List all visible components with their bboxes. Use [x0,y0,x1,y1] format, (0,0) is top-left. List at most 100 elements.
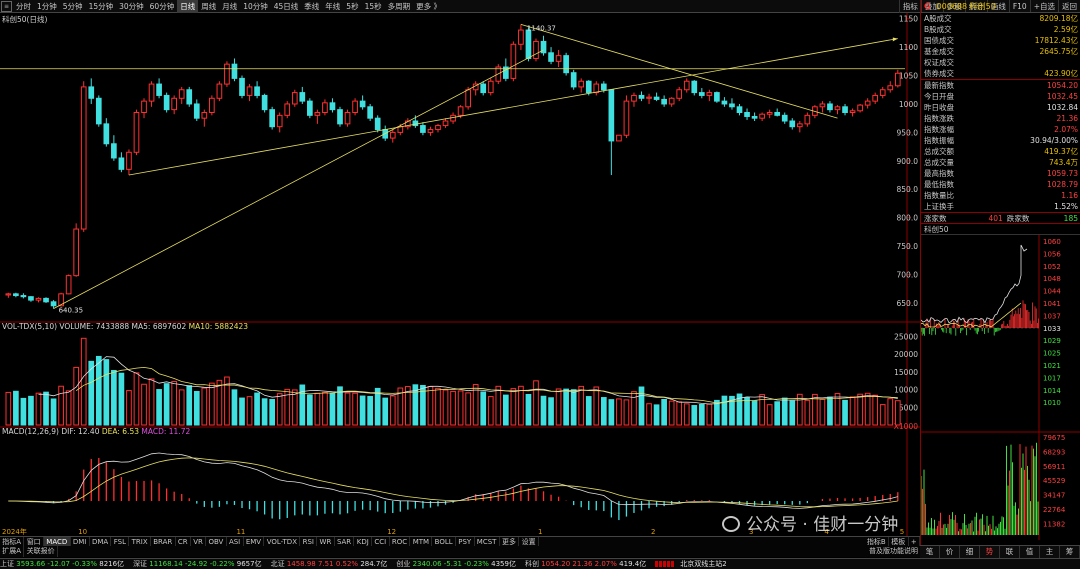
indicator-tab[interactable]: ASI [227,536,244,547]
candle-body [879,89,886,96]
side-tab[interactable]: 势 [980,546,1000,558]
mini-axis-label: 1041 [1043,300,1061,308]
candle-body [216,83,223,99]
index-ticker[interactable]: 科创 1054.20 21.36 2.07% 419.4亿 [525,559,646,569]
side-tab[interactable]: 筹 [1060,546,1080,558]
ticker-change: 7.51 [318,560,334,568]
period-tab[interactable]: 月线 [219,0,240,13]
indicator-tab[interactable]: BOLL [432,536,456,547]
menu-icon[interactable]: ≡ [1,0,12,12]
indicator-tab[interactable]: PSY [456,536,475,547]
intraday-mini-chart[interactable]: 1060 1056 1052 1048 1044 1041 1037 1033 1029 1025… [920,235,1080,540]
indicator-tab[interactable]: WR [317,536,335,547]
indicator-tab[interactable]: MACD [43,536,71,547]
period-tab[interactable]: 日线 [177,0,199,13]
expand-tab[interactable]: 关联报价 [24,546,58,557]
volume-ma10: MA10: 5882423 [188,322,249,331]
period-tab[interactable]: 更多 》 [413,0,444,13]
stat-label: 昨日收盘 [924,103,954,112]
period-tab[interactable]: 周线 [198,0,219,13]
index-stat-row: 总成交额 419.37亿 [921,146,1080,157]
high-price-label: 1140.37 [527,24,556,32]
period-tab[interactable]: 季线 [301,0,322,13]
period-tab[interactable]: 15分钟 [86,0,117,13]
indicator-tab[interactable]: TRIX [129,536,151,547]
volume-axis-label: 20000 [894,350,918,359]
candle-body [126,151,132,170]
candle-body [337,109,343,125]
stat-value: 743.4万 [1049,158,1078,167]
period-tab[interactable]: 分时 [13,0,34,13]
chart-area[interactable]: 1150 1100 1050 1000 950.0 900.0 850.0 800.0 750.… [0,13,920,536]
indicator-tab[interactable]: KDJ [354,536,373,547]
index-ticker[interactable]: 深证 11168.14 -24.92 -0.22% 9657亿 [133,559,262,569]
indicator-tab[interactable]: SAR [335,536,355,547]
side-tab[interactable]: 价 [940,546,960,558]
volume-bar [578,385,585,426]
indicator-tab[interactable]: MTM [410,536,433,547]
indicator-tab[interactable]: EMV [244,536,265,547]
side-tab[interactable]: 笔 [920,546,940,558]
candle-body [872,94,879,102]
index-ticker[interactable]: 创业 2340.06 -5.31 -0.23% 4359亿 [396,559,516,569]
period-tab[interactable]: 1分钟 [34,0,60,13]
indicator-tab[interactable]: DMA [90,536,112,547]
ticker-name: 北证 [270,560,285,568]
indicator-tab[interactable]: OBV [206,536,227,547]
candle-body [246,86,253,96]
macd-dea-line [8,457,898,508]
period-toolbar: ≡ 分时 1分钟 5分钟 15分钟 30分钟 60分钟 日线 周线 月线 10分钟 45日线 季线 年线… [0,0,1080,13]
mini-vol-axis-label: 11382 [1043,520,1065,528]
candle-body [269,109,275,128]
watermark-text: 公众号 · 佳财一分钟 [746,515,899,535]
price-axis-label: 950.0 [897,128,919,137]
indicator-tab[interactable]: CCI [372,536,390,547]
server-name[interactable]: 北京双线主站2 [680,559,726,569]
ticker-pct: -0.33% [72,560,97,568]
period-tab[interactable]: 60分钟 [147,0,178,13]
candle-body [676,89,683,99]
index-ticker[interactable]: 上证 3593.66 -12.07 -0.33% 8216亿 [0,559,124,569]
index-ticker[interactable]: 北证 1458.98 7.51 0.52% 284.7亿 [271,559,388,569]
indicator-tab[interactable]: VR [191,536,207,547]
indicator-tab[interactable]: MCST [475,536,500,547]
indicator-tab[interactable]: CR [176,536,191,547]
candle-body [50,301,57,307]
volume-bar [495,385,502,426]
indicator-tab[interactable]: ROC [390,536,411,547]
period-tab[interactable]: 年线 [322,0,343,13]
side-tab[interactable]: 细 [960,546,980,558]
indicator-tab[interactable]: DMI [71,536,90,547]
indicator-tab[interactable]: 窗口 [24,536,44,547]
side-tab[interactable]: 联 [1000,546,1020,558]
volume-bar [887,398,894,426]
stock-code-name[interactable]: 000688 科创50 [937,1,996,12]
toolbar-button[interactable]: 指标 [898,0,921,13]
indicator-tab[interactable]: 设置 [519,536,539,547]
period-tab[interactable]: 5秒 [343,0,361,13]
indicator-tab[interactable]: FSL [111,536,130,547]
side-tab[interactable]: 值 [1020,546,1040,558]
volume-bar [28,395,34,426]
candle-body [518,29,524,45]
candle-body [570,72,577,88]
candle-body [322,102,328,113]
expand-tab[interactable]: 扩展A [0,546,25,557]
candle-body [600,83,607,91]
indicator-tab[interactable]: 指标A [0,536,25,547]
indicator-tab[interactable]: BRAR [151,536,176,547]
candle-body [661,98,667,105]
side-tab[interactable]: 主 [1040,546,1060,558]
period-tab[interactable]: 5分钟 [60,0,86,13]
ticker-pct: -0.22% [209,560,235,568]
period-tab[interactable]: 10分钟 [240,0,271,13]
feature-notes-link[interactable]: 普及版功能说明 [869,546,918,557]
indicator-tab[interactable]: RSI [300,536,318,547]
indicator-tab[interactable]: VOL-TDX [264,536,301,547]
volume-bar [193,390,200,426]
period-tab[interactable]: 45日线 [271,0,302,13]
period-tab[interactable]: 30分钟 [116,0,147,13]
period-tab[interactable]: 多周期 [385,0,414,13]
period-tab[interactable]: 15秒 [362,0,385,13]
indicator-tab[interactable]: 更多 [500,536,520,547]
